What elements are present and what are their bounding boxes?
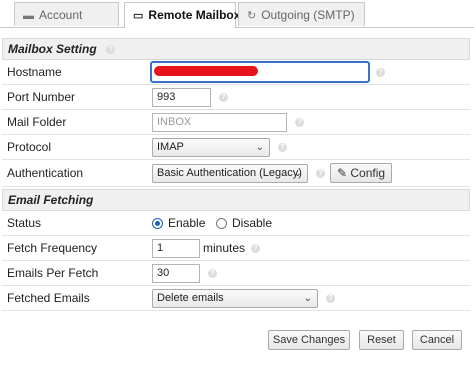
authentication-value: Basic Authentication (Legacy) (157, 167, 302, 179)
help-icon[interactable]: ? (251, 244, 260, 253)
authentication-select[interactable]: Basic Authentication (Legacy) ⌄ (152, 164, 308, 183)
tab-account[interactable]: ▬ Account (14, 2, 119, 26)
row-authentication: Authentication Basic Authentication (Leg… (2, 160, 470, 187)
help-icon[interactable]: ? (278, 143, 287, 152)
fetched-emails-select[interactable]: Delete emails ⌄ (152, 289, 318, 308)
section-title: Email Fetching (8, 193, 94, 207)
fetch-frequency-label: Fetch Frequency (7, 241, 98, 255)
tab-remote-mailbox[interactable]: ▭ Remote Mailbox (124, 2, 240, 28)
status-enable-radio[interactable] (152, 218, 163, 229)
chevron-down-icon: ⌄ (303, 293, 312, 304)
chevron-down-icon: ⌄ (293, 168, 302, 179)
refresh-icon: ↻ (247, 10, 257, 22)
status-label: Status (7, 216, 42, 230)
help-icon[interactable]: ? (295, 118, 304, 127)
help-icon[interactable]: ? (208, 269, 217, 278)
authentication-label: Authentication (7, 166, 84, 180)
emails-per-fetch-label: Emails Per Fetch (7, 266, 99, 280)
mail-folder-label: Mail Folder (7, 115, 67, 129)
help-icon[interactable]: ? (106, 45, 116, 55)
help-icon[interactable]: ? (326, 294, 335, 303)
row-fetch-frequency: Fetch Frequency 1 minutes ? (2, 236, 470, 261)
protocol-label: Protocol (7, 140, 52, 154)
status-disable-radio[interactable] (216, 218, 227, 229)
tab-account-label: Account (39, 8, 83, 22)
mail-folder-input[interactable]: INBOX (152, 113, 287, 132)
fetch-frequency-unit: minutes (203, 241, 246, 255)
config-button-label: Config (350, 166, 386, 180)
tab-bar: ▬ Account ▭ Remote Mailbox ↻ Outgoing (SMTP… (0, 0, 474, 28)
row-fetched-emails: Fetched Emails Delete emails ⌄ ? (2, 286, 470, 311)
emails-per-fetch-input[interactable]: 30 (152, 264, 200, 283)
help-icon[interactable]: ? (219, 93, 228, 102)
save-changes-button[interactable]: Save Changes (268, 330, 350, 350)
row-protocol: Protocol IMAP ⌄ ? (2, 135, 470, 160)
redaction-mark (154, 66, 258, 76)
config-button[interactable]: ✎ Config (330, 163, 392, 183)
tab-outgoing-smtp[interactable]: ↻ Outgoing (SMTP) (238, 2, 365, 26)
help-icon[interactable]: ? (376, 68, 385, 77)
row-mail-folder: Mail Folder INBOX ? (2, 110, 470, 135)
tab-remote-mailbox-label: Remote Mailbox (148, 8, 241, 22)
reset-button[interactable]: Reset (359, 330, 404, 350)
fetch-frequency-input[interactable]: 1 (152, 239, 200, 258)
row-status: Status Enable Disable (2, 211, 470, 236)
row-hostname: Hostname ? (2, 60, 470, 85)
protocol-value: IMAP (157, 141, 184, 153)
inbox-icon: ▭ (133, 10, 144, 22)
row-emails-per-fetch: Emails Per Fetch 30 ? (2, 261, 470, 286)
card-icon: ▬ (23, 10, 34, 22)
section-header-email-fetching: Email Fetching (2, 189, 470, 211)
section-title: Mailbox Setting (8, 42, 97, 56)
help-icon[interactable]: ? (316, 169, 325, 178)
tab-outgoing-smtp-label: Outgoing (SMTP) (261, 8, 355, 22)
edit-icon: ✎ (336, 166, 348, 180)
row-port-number: Port Number 993 ? (2, 85, 470, 110)
hostname-label: Hostname (7, 65, 62, 79)
port-number-input[interactable]: 993 (152, 88, 211, 107)
fetched-emails-label: Fetched Emails (7, 291, 90, 305)
fetched-emails-value: Delete emails (157, 292, 224, 304)
status-enable-label: Enable (168, 216, 206, 230)
port-number-label: Port Number (7, 90, 76, 104)
chevron-down-icon: ⌄ (255, 142, 264, 153)
cancel-button[interactable]: Cancel (412, 330, 462, 350)
section-header-mailbox-setting: Mailbox Setting ? (2, 38, 470, 60)
status-disable-label: Disable (232, 216, 273, 230)
protocol-select[interactable]: IMAP ⌄ (152, 138, 270, 157)
